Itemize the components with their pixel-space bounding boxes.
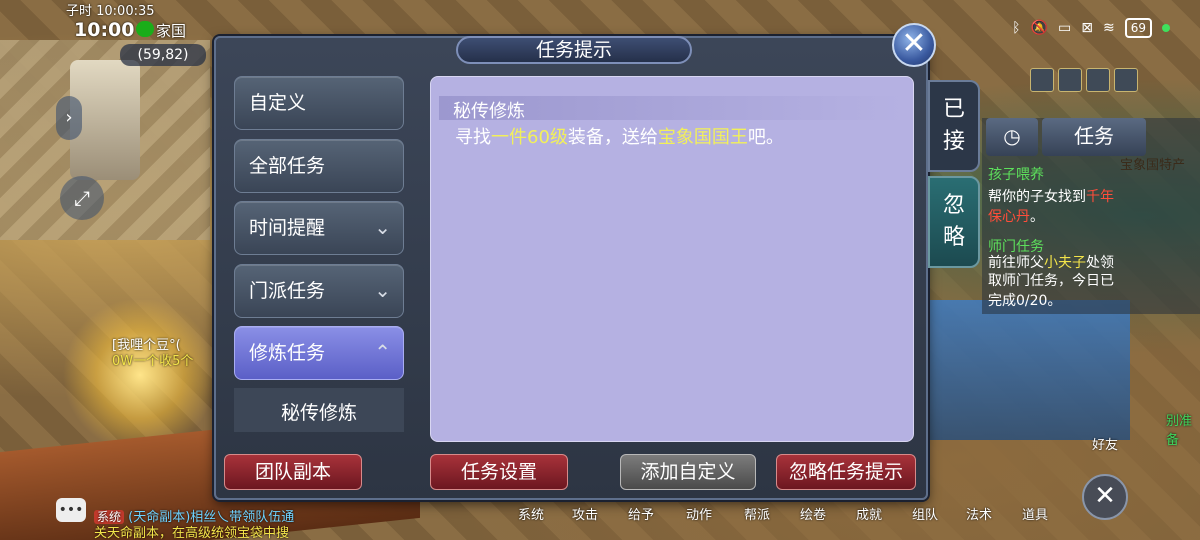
menu-give[interactable]: 给予 bbox=[628, 504, 654, 523]
tracker-entry-title[interactable]: 孩子喂养 bbox=[988, 164, 1044, 184]
task-settings-button[interactable]: 任务设置 bbox=[430, 454, 568, 490]
mute-icon: 🔕 bbox=[1030, 20, 1049, 36]
bluetooth-icon: ᛒ bbox=[1012, 20, 1021, 36]
ignore-task-hint-button[interactable]: 忽略任务提示 bbox=[776, 454, 916, 490]
tracker-entry-text[interactable]: 完成0/20。 bbox=[988, 290, 1061, 310]
wechat-icon bbox=[136, 21, 154, 37]
task-title: 秘传修炼 bbox=[453, 101, 525, 122]
sidebar-item-all-tasks[interactable]: 全部任务 bbox=[234, 139, 404, 193]
sidebar-item-sect-tasks[interactable]: 门派任务 ⌄ bbox=[234, 264, 404, 318]
menu-action[interactable]: 动作 bbox=[686, 504, 712, 523]
laptop-icon: ▭ bbox=[1058, 20, 1072, 36]
buff-icons bbox=[1030, 68, 1138, 92]
add-custom-button[interactable]: 添加自定义 bbox=[620, 454, 756, 490]
chevron-up-icon: ⌃ bbox=[374, 340, 391, 364]
buff-icon[interactable] bbox=[1086, 68, 1110, 92]
sidebar-item-cultivation-tasks[interactable]: 修炼任务 ⌃ bbox=[234, 326, 404, 380]
buff-icon[interactable] bbox=[1058, 68, 1082, 92]
menu-team[interactable]: 组队 bbox=[912, 504, 938, 523]
sidebar-item-time-reminder[interactable]: 时间提醒 ⌄ bbox=[234, 201, 404, 255]
chat-icon[interactable]: ••• bbox=[56, 498, 86, 522]
friends-button[interactable]: 好友 bbox=[1092, 434, 1118, 453]
building bbox=[930, 300, 1130, 440]
clock: 10:00 bbox=[74, 19, 135, 41]
expand-view-icon[interactable]: ⤢ bbox=[60, 176, 104, 220]
menu-achievement[interactable]: 成就 bbox=[856, 504, 882, 523]
menu-guild[interactable]: 帮派 bbox=[744, 504, 770, 523]
close-icon[interactable]: ✕ bbox=[892, 23, 936, 67]
npc-link[interactable]: 宝象国国王 bbox=[658, 127, 748, 148]
menu-items[interactable]: 道具 bbox=[1022, 504, 1048, 523]
menu-skills[interactable]: 法术 bbox=[966, 504, 992, 523]
notification-text: 家国 bbox=[156, 22, 187, 40]
status-icons: ᛒ 🔕 ▭ ⊠ ≋ 69 bbox=[1012, 18, 1170, 38]
team-dungeon-button[interactable]: 团队副本 bbox=[224, 454, 362, 490]
battery-icon: 69 bbox=[1124, 18, 1152, 38]
tracker-entry-text[interactable]: 保心丹。 bbox=[988, 206, 1044, 226]
tracker-entry-text[interactable]: 帮你的子女找到千年 bbox=[988, 186, 1114, 206]
sidebar-subitem-secret-cultivation[interactable]: 秘传修炼 bbox=[234, 388, 404, 432]
tab-ignored[interactable]: 忽略 bbox=[928, 176, 980, 268]
collapse-arrow-icon[interactable]: › bbox=[56, 96, 82, 140]
menu-scroll[interactable]: 绘卷 bbox=[800, 504, 826, 523]
buff-icon[interactable] bbox=[1030, 68, 1054, 92]
bottom-menu: 系统 攻击 给予 动作 帮派 绘卷 成就 组队 法术 道具 bbox=[500, 504, 1060, 524]
close-menu-icon[interactable]: ✕ bbox=[1082, 474, 1128, 520]
tab-accepted[interactable]: 已接 bbox=[928, 80, 980, 172]
sidebar-item-custom[interactable]: 自定义 bbox=[234, 76, 404, 130]
tracker-entry-text[interactable]: 前往师父小夫子处领 bbox=[988, 252, 1114, 272]
timer-tab[interactable]: ◷ bbox=[986, 118, 1038, 156]
privacy-dot-icon bbox=[1162, 24, 1170, 32]
task-description: 寻找一件60级装备，送给宝象国国王吧。 bbox=[455, 127, 784, 148]
scene-text-3: 别准备 bbox=[1166, 414, 1193, 448]
chat-line[interactable]: 关天命副本，在高级统领宝袋中搜 bbox=[94, 522, 289, 540]
menu-attack[interactable]: 攻击 bbox=[572, 504, 598, 523]
task-tracker-tab[interactable]: 任务 bbox=[1042, 118, 1146, 156]
item-requirement[interactable]: 一件60级 bbox=[491, 127, 568, 148]
scene-label: 宝象国特产 bbox=[1120, 158, 1186, 173]
menu-system[interactable]: 系统 bbox=[518, 504, 544, 523]
buff-icon[interactable] bbox=[1114, 68, 1138, 92]
map-coordinates[interactable]: (59,82) bbox=[120, 44, 206, 66]
chevron-down-icon: ⌄ bbox=[374, 215, 391, 239]
chevron-down-icon: ⌄ bbox=[374, 278, 391, 302]
scene-text-2: 0W一个收5个 bbox=[112, 354, 194, 369]
dialog-title: 任务提示 bbox=[456, 36, 692, 64]
golden-glow bbox=[60, 300, 220, 450]
sim-icon: ⊠ bbox=[1081, 20, 1093, 36]
wifi-icon: ≋ bbox=[1102, 20, 1115, 36]
tracker-entry-text[interactable]: 取师门任务，今日已 bbox=[988, 270, 1114, 290]
task-detail-panel: 秘传修炼 寻找一件60级装备，送给宝象国国王吧。 bbox=[430, 76, 914, 442]
